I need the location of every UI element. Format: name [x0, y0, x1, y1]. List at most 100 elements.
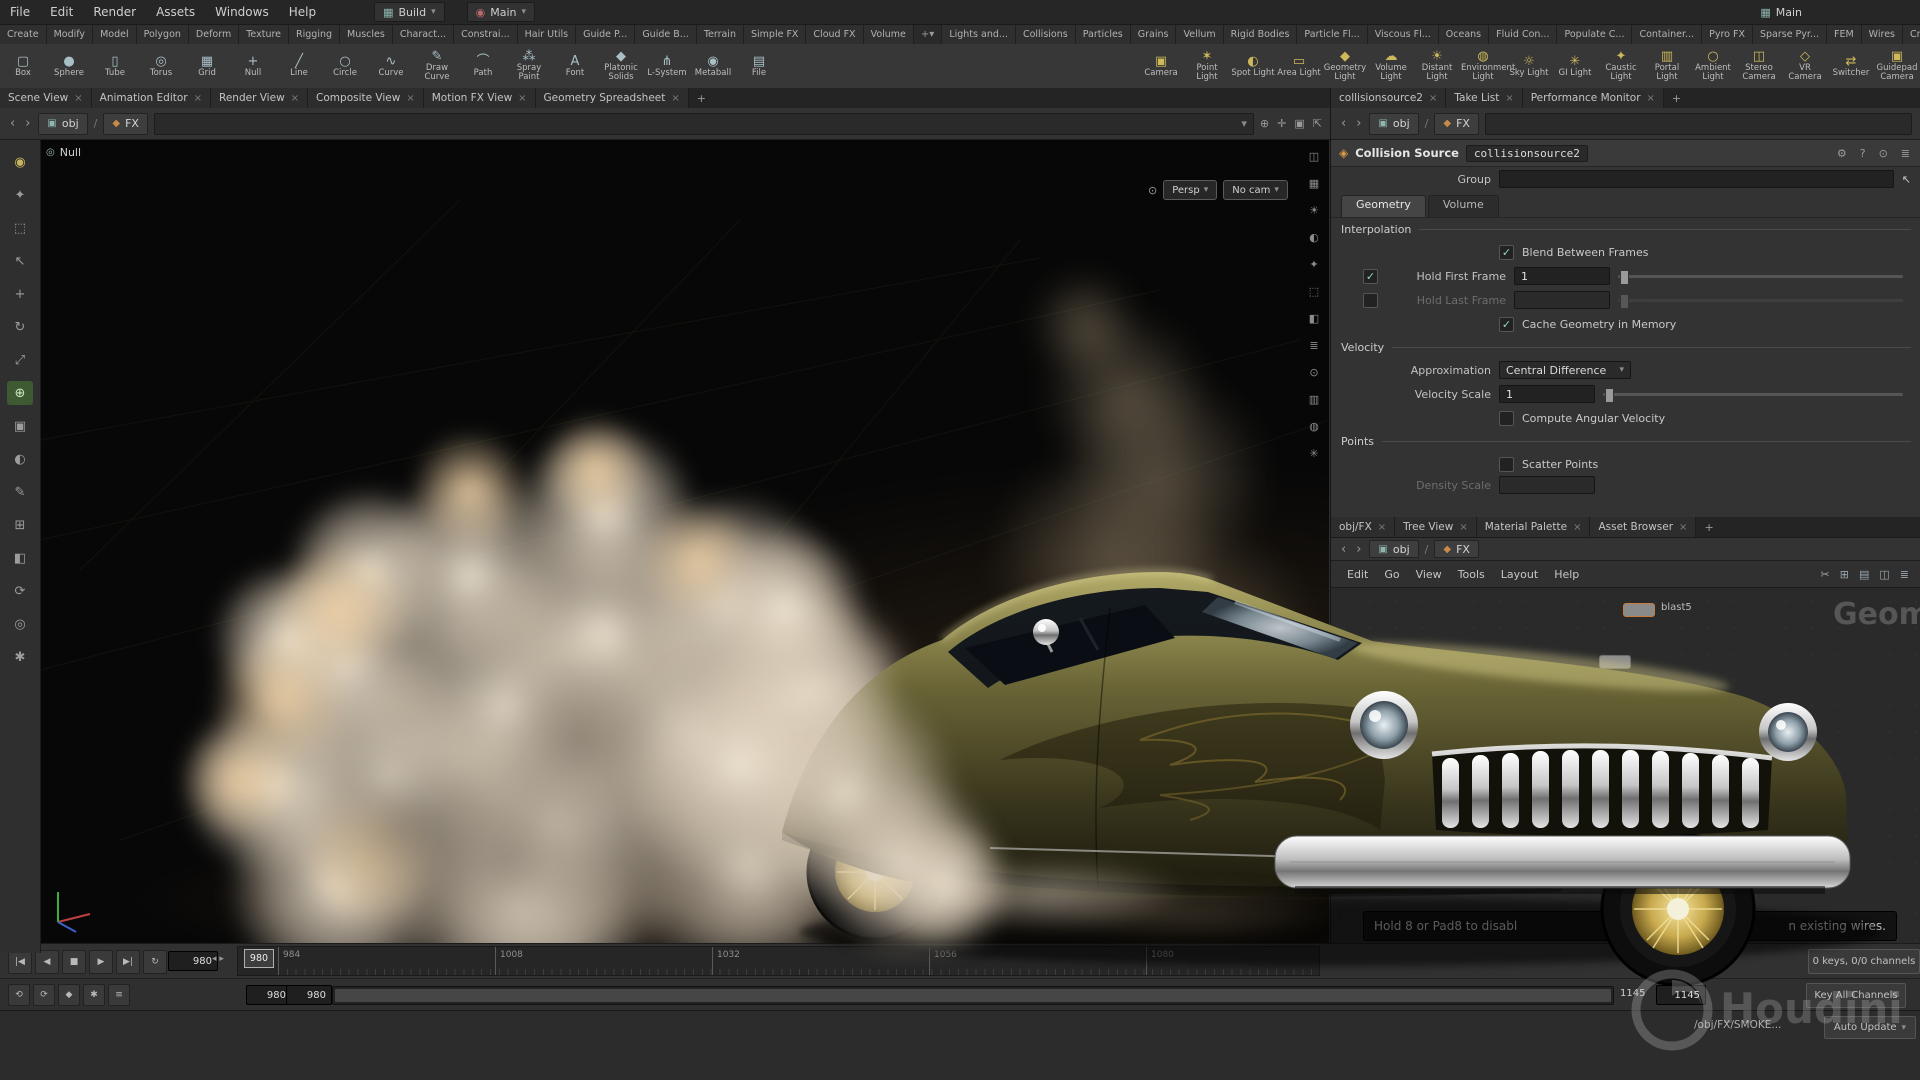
main-selector[interactable]: ◉ Main ▾	[467, 2, 535, 22]
close-icon[interactable]: ×	[74, 93, 82, 104]
pane-tab[interactable]: Performance Monitor ×	[1523, 88, 1664, 108]
shelf-tool-button[interactable]: ◫ Stereo Camera	[1736, 44, 1782, 88]
shelf-tab[interactable]: Create	[0, 25, 47, 44]
close-icon[interactable]: ×	[1459, 522, 1467, 533]
path-segment-obj[interactable]: ▣ obj	[1369, 113, 1418, 135]
viewport-tool-icon[interactable]: ⬚	[7, 216, 33, 240]
shelf-tool-button[interactable]: ◍ Environment Light	[1460, 44, 1506, 88]
shelf-tool-button[interactable]: ☼ Sky Light	[1506, 44, 1552, 88]
shelf-tool-button[interactable]: ▥ Portal Light	[1644, 44, 1690, 88]
transport-button[interactable]: ▶|	[116, 950, 140, 974]
display-option-icon[interactable]: ⊙	[1309, 366, 1318, 379]
network-node[interactable]	[1623, 603, 1655, 617]
path-field[interactable]	[1485, 113, 1912, 135]
shelf-tab[interactable]: Sparse Pyr...	[1753, 25, 1827, 44]
angular-velocity-checkbox[interactable]: ✓	[1499, 411, 1514, 426]
path-field[interactable]: ▾	[154, 113, 1254, 135]
frame-step-arrows[interactable]: ◂ ▸	[212, 954, 224, 964]
shelf-tool-button[interactable]: ⁂ Spray Paint	[506, 44, 552, 88]
camera-menu-button[interactable]: Persp▾	[1163, 180, 1217, 200]
shelf-tool-button[interactable]: ⇄ Switcher	[1828, 44, 1874, 88]
pin-icon[interactable]: ✛	[1277, 117, 1286, 130]
shelf-tab[interactable]: Populate C...	[1557, 25, 1632, 44]
network-menu-item[interactable]: Layout	[1493, 568, 1546, 581]
playbar-option-button[interactable]: ≡	[108, 984, 130, 1006]
menu-item[interactable]: Help	[279, 0, 326, 24]
shelf-tool-button[interactable]: ◇ VR Camera	[1782, 44, 1828, 88]
display-option-icon[interactable]: ☀	[1309, 204, 1319, 217]
velocity-scale-slider[interactable]	[1603, 393, 1903, 396]
shelf-tab[interactable]: Hair Utils	[518, 25, 576, 44]
close-icon[interactable]: ×	[291, 93, 299, 104]
playbar-option-button[interactable]: ⟲	[8, 984, 30, 1006]
close-icon[interactable]: ×	[1378, 522, 1386, 533]
tab-geometry[interactable]: Geometry	[1341, 195, 1426, 217]
shelf-tool-button[interactable]: ○ Ambient Light	[1690, 44, 1736, 88]
close-icon[interactable]: ×	[406, 93, 414, 104]
shelf-tab[interactable]: Rigging	[289, 25, 340, 44]
shelf-tool-button[interactable]: ▤ File	[736, 44, 782, 88]
menu-item[interactable]: File	[0, 0, 40, 24]
forward-icon[interactable]: ›	[23, 116, 32, 131]
add-pane-tab-button[interactable]: +	[1696, 517, 1721, 537]
pane-tab[interactable]: Take List ×	[1446, 88, 1522, 108]
display-option-icon[interactable]: ≣	[1309, 339, 1318, 352]
shelf-tab[interactable]: Guide P...	[576, 25, 635, 44]
menu-icon[interactable]: ≣	[1896, 568, 1913, 581]
shelf-tab[interactable]: Guide B...	[635, 25, 697, 44]
viewport-tool-icon[interactable]: ◐	[7, 447, 33, 471]
node-name-field[interactable]: collisionsource2	[1466, 145, 1588, 162]
viewport-tool-icon[interactable]: ◧	[7, 546, 33, 570]
shelf-tool-button[interactable]: ✶ Point Light	[1184, 44, 1230, 88]
close-icon[interactable]: ×	[518, 93, 526, 104]
shelf-tool-button[interactable]: ☀ Distant Light	[1414, 44, 1460, 88]
add-pane-tab-button[interactable]: +	[1664, 88, 1689, 108]
network-menu-item[interactable]: Help	[1546, 568, 1587, 581]
shelf-tool-button[interactable]: ▦ Grid	[184, 44, 230, 88]
network-menu-item[interactable]: Tools	[1450, 568, 1493, 581]
approximation-dropdown[interactable]: Central Difference ▾	[1499, 361, 1631, 379]
network-menu-item[interactable]: Go	[1376, 568, 1407, 581]
blend-checkbox[interactable]: ✓	[1499, 245, 1514, 260]
back-icon[interactable]: ‹	[1339, 116, 1348, 131]
shelf-tool-button[interactable]: ◉ Metaball	[690, 44, 736, 88]
gear-icon[interactable]: ⚙	[1834, 147, 1850, 160]
close-icon[interactable]: ×	[1429, 93, 1437, 104]
shelf-tab[interactable]: Particle Fl...	[1297, 25, 1367, 44]
shelf-tool-button[interactable]: ⋔ L-System	[644, 44, 690, 88]
menu-item[interactable]: Assets	[146, 0, 205, 24]
display-option-icon[interactable]: ◍	[1309, 420, 1319, 433]
pane-tab[interactable]: obj/FX ×	[1331, 517, 1395, 537]
viewport-tool-icon[interactable]: ▣	[7, 414, 33, 438]
pane-tab[interactable]: Material Palette ×	[1477, 517, 1591, 537]
shelf-tab[interactable]: Particles	[1076, 25, 1131, 44]
close-icon[interactable]: ×	[1679, 522, 1687, 533]
shelf-tool-button[interactable]: ▭ Area Light	[1276, 44, 1322, 88]
desktop-selector[interactable]: ▦ Build ▾	[374, 2, 445, 22]
path-segment-fx[interactable]: ◆ FX	[1434, 540, 1479, 558]
tab-volume[interactable]: Volume	[1428, 195, 1499, 217]
viewport-tool-icon[interactable]: ↖	[7, 249, 33, 273]
playbar-option-button[interactable]: ✱	[83, 984, 105, 1006]
display-option-icon[interactable]: ▥	[1309, 393, 1319, 406]
close-icon[interactable]: ×	[671, 93, 679, 104]
path-segment-fx[interactable]: ◆ FX	[1434, 113, 1479, 135]
menu-item[interactable]: Render	[83, 0, 146, 24]
menu-item[interactable]: Windows	[205, 0, 279, 24]
pane-tab[interactable]: Tree View ×	[1395, 517, 1477, 537]
pin-icon[interactable]: ⊙	[1876, 147, 1891, 160]
viewport-tool-icon[interactable]: ⟳	[7, 579, 33, 603]
shelf-tool-button[interactable]: ▣ Guidepad Camera	[1874, 44, 1920, 88]
current-frame-field[interactable]: 980	[168, 951, 218, 971]
shelf-tool-button[interactable]: ╱ Line	[276, 44, 322, 88]
range-end-field[interactable]: 1145	[1656, 985, 1706, 1005]
shelf-tool-button[interactable]: ✎ Draw Curve	[414, 44, 460, 88]
velocity-scale-input[interactable]: 1	[1499, 385, 1595, 403]
viewport-tool-icon[interactable]: ✱	[7, 645, 33, 669]
shelf-tab[interactable]: Terrain	[697, 25, 744, 44]
shelf-tool-button[interactable]: ✦ Caustic Light	[1598, 44, 1644, 88]
shelf-tool-button[interactable]: + Null	[230, 44, 276, 88]
lock-icon[interactable]: ⊙	[1148, 184, 1157, 197]
hold-first-slider[interactable]	[1618, 275, 1903, 278]
shelf-tab[interactable]: Polygon	[137, 25, 189, 44]
